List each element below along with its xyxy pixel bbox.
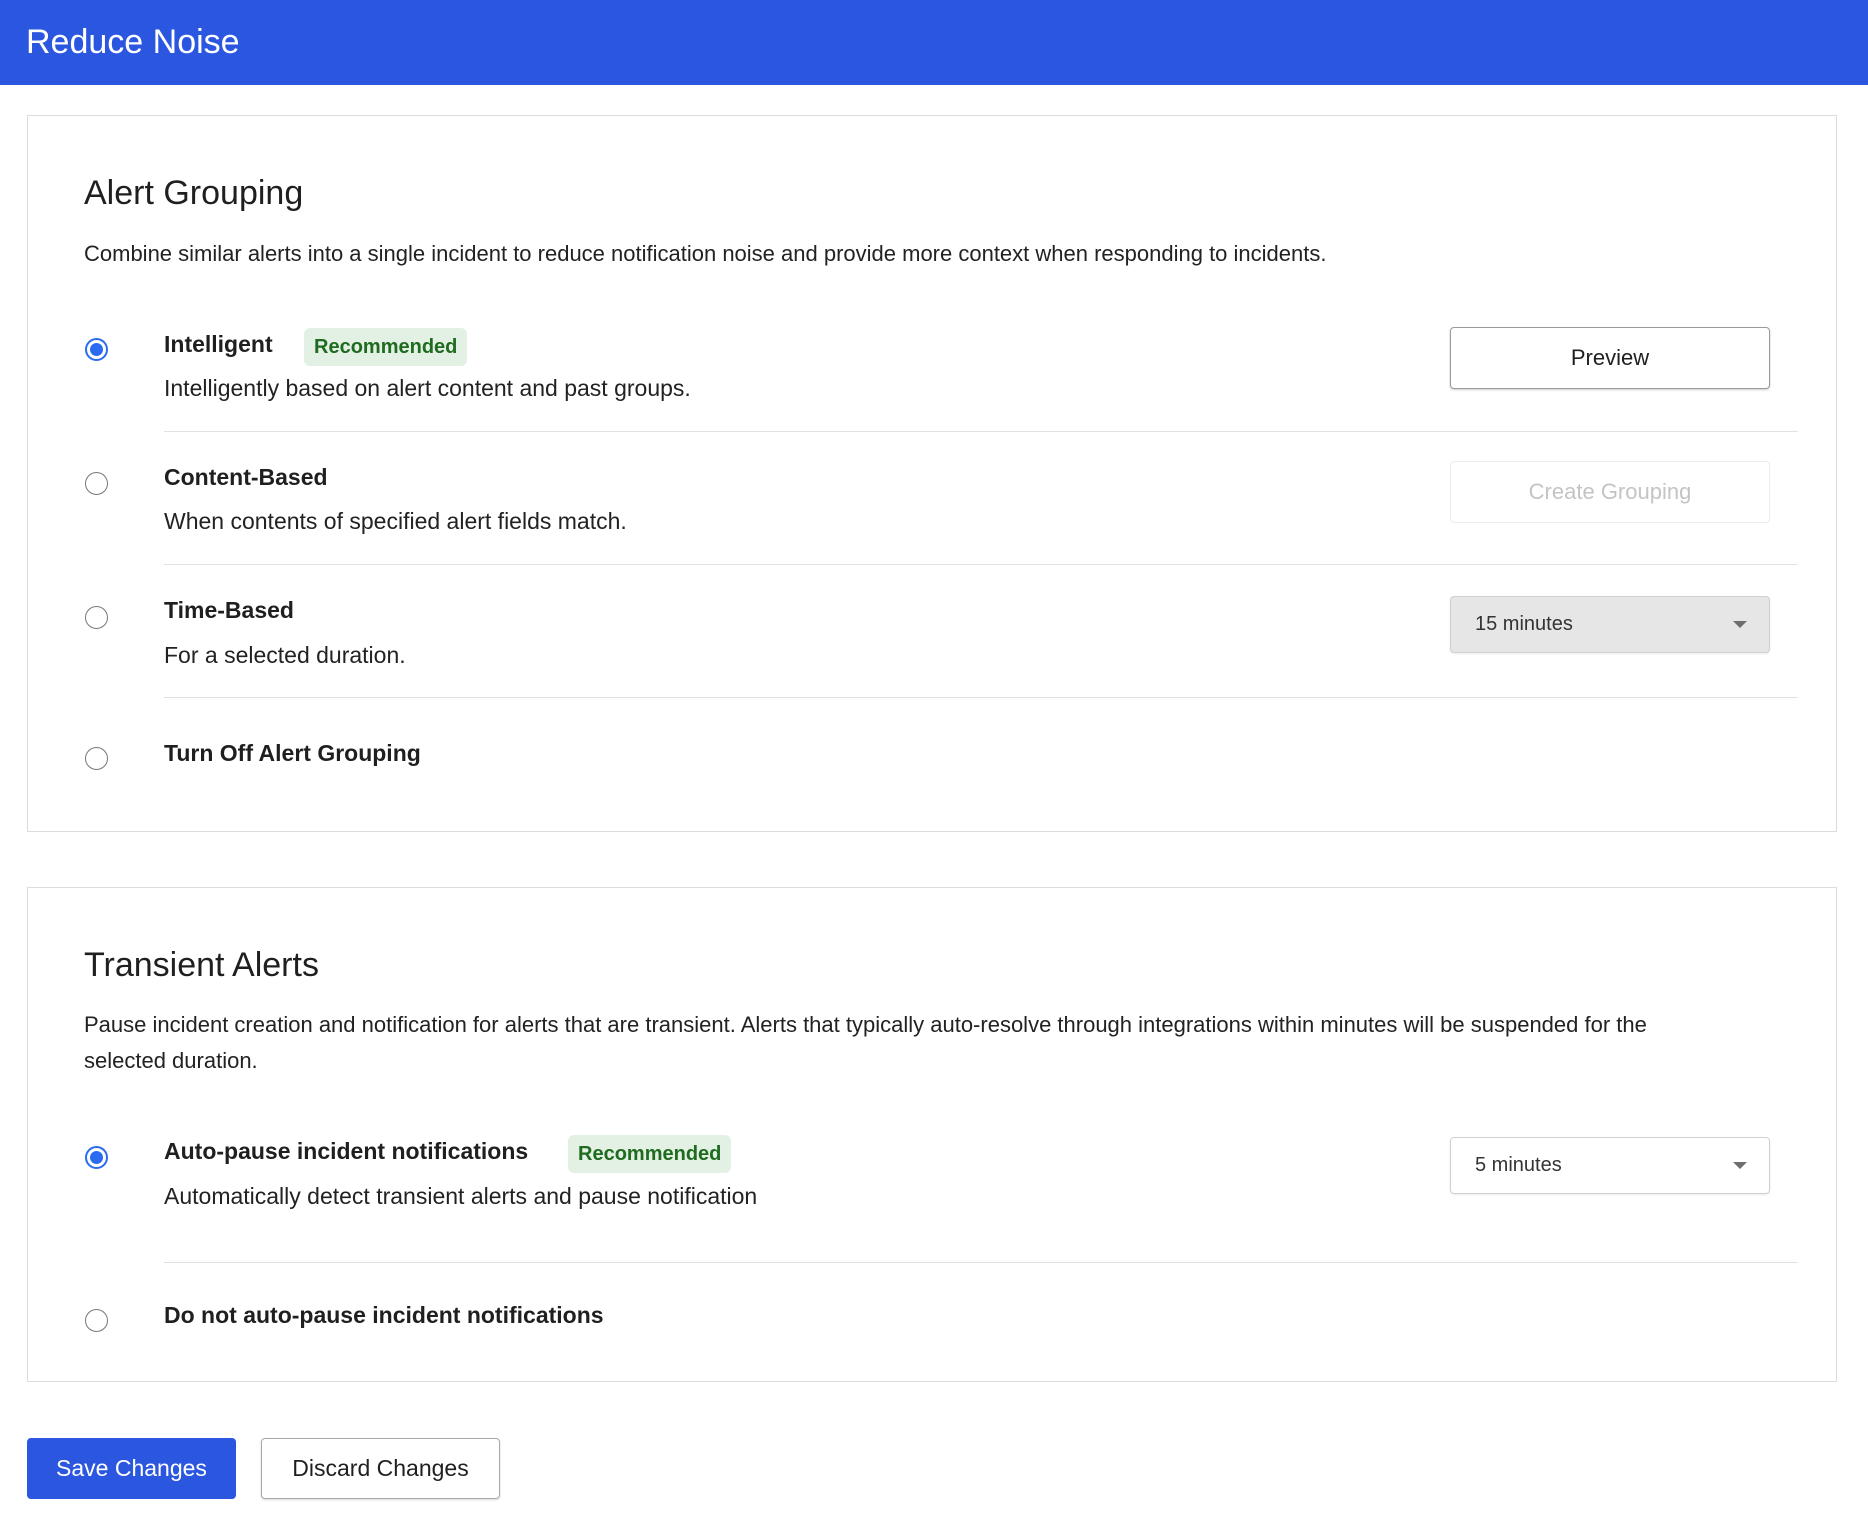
section-title: Alert Grouping [84, 174, 304, 212]
option-description-auto-pause: Automatically detect transient alerts an… [164, 1183, 758, 1209]
discard-changes-button[interactable]: Discard Changes [261, 1438, 500, 1499]
option-title-content-based: Content-Based [164, 464, 328, 490]
option-title-do-not-auto-pause: Do not auto-pause incident notifications [164, 1302, 604, 1328]
radio-content-based[interactable] [85, 472, 108, 495]
option-title-time-based: Time-Based [164, 597, 294, 623]
option-title-auto-pause: Auto-pause incident notifications [164, 1138, 529, 1164]
divider [164, 431, 1798, 432]
chevron-down-icon [1733, 1162, 1747, 1169]
radio-time-based[interactable] [85, 606, 108, 629]
select-value: 15 minutes [1475, 613, 1573, 635]
radio-do-not-auto-pause[interactable] [85, 1309, 108, 1332]
save-changes-button[interactable]: Save Changes [27, 1438, 236, 1499]
select-value: 5 minutes [1475, 1154, 1562, 1176]
auto-pause-duration-select[interactable]: 5 minutes [1450, 1137, 1770, 1194]
option-description-content-based: When contents of specified alert fields … [164, 508, 627, 534]
option-title-turn-off: Turn Off Alert Grouping [164, 740, 421, 766]
page-title: Reduce Noise [26, 23, 240, 61]
section-description: Pause incident creation and notification… [84, 1012, 1647, 1073]
divider [164, 564, 1798, 565]
divider [164, 1262, 1798, 1263]
time-based-duration-select[interactable]: 15 minutes [1450, 596, 1770, 653]
radio-turn-off[interactable] [85, 747, 108, 770]
section-title: Transient Alerts [84, 946, 319, 984]
option-title-intelligent: Intelligent [164, 331, 273, 357]
page-header: Reduce Noise [0, 0, 1868, 85]
create-grouping-button[interactable]: Create Grouping [1450, 461, 1770, 523]
recommended-badge: Recommended [568, 1135, 732, 1173]
radio-intelligent[interactable] [85, 338, 108, 361]
recommended-badge: Recommended [304, 328, 468, 366]
alert-grouping-card: Alert Grouping Combine similar alerts in… [27, 115, 1837, 832]
option-description-time-based: For a selected duration. [164, 642, 406, 668]
divider [164, 697, 1798, 698]
radio-auto-pause[interactable] [85, 1146, 108, 1169]
preview-button[interactable]: Preview [1450, 327, 1770, 389]
section-description: Combine similar alerts into a single inc… [84, 241, 1327, 266]
transient-alerts-card: Transient Alerts Pause incident creation… [27, 887, 1837, 1382]
chevron-down-icon [1733, 621, 1747, 628]
option-description-intelligent: Intelligently based on alert content and… [164, 375, 691, 401]
